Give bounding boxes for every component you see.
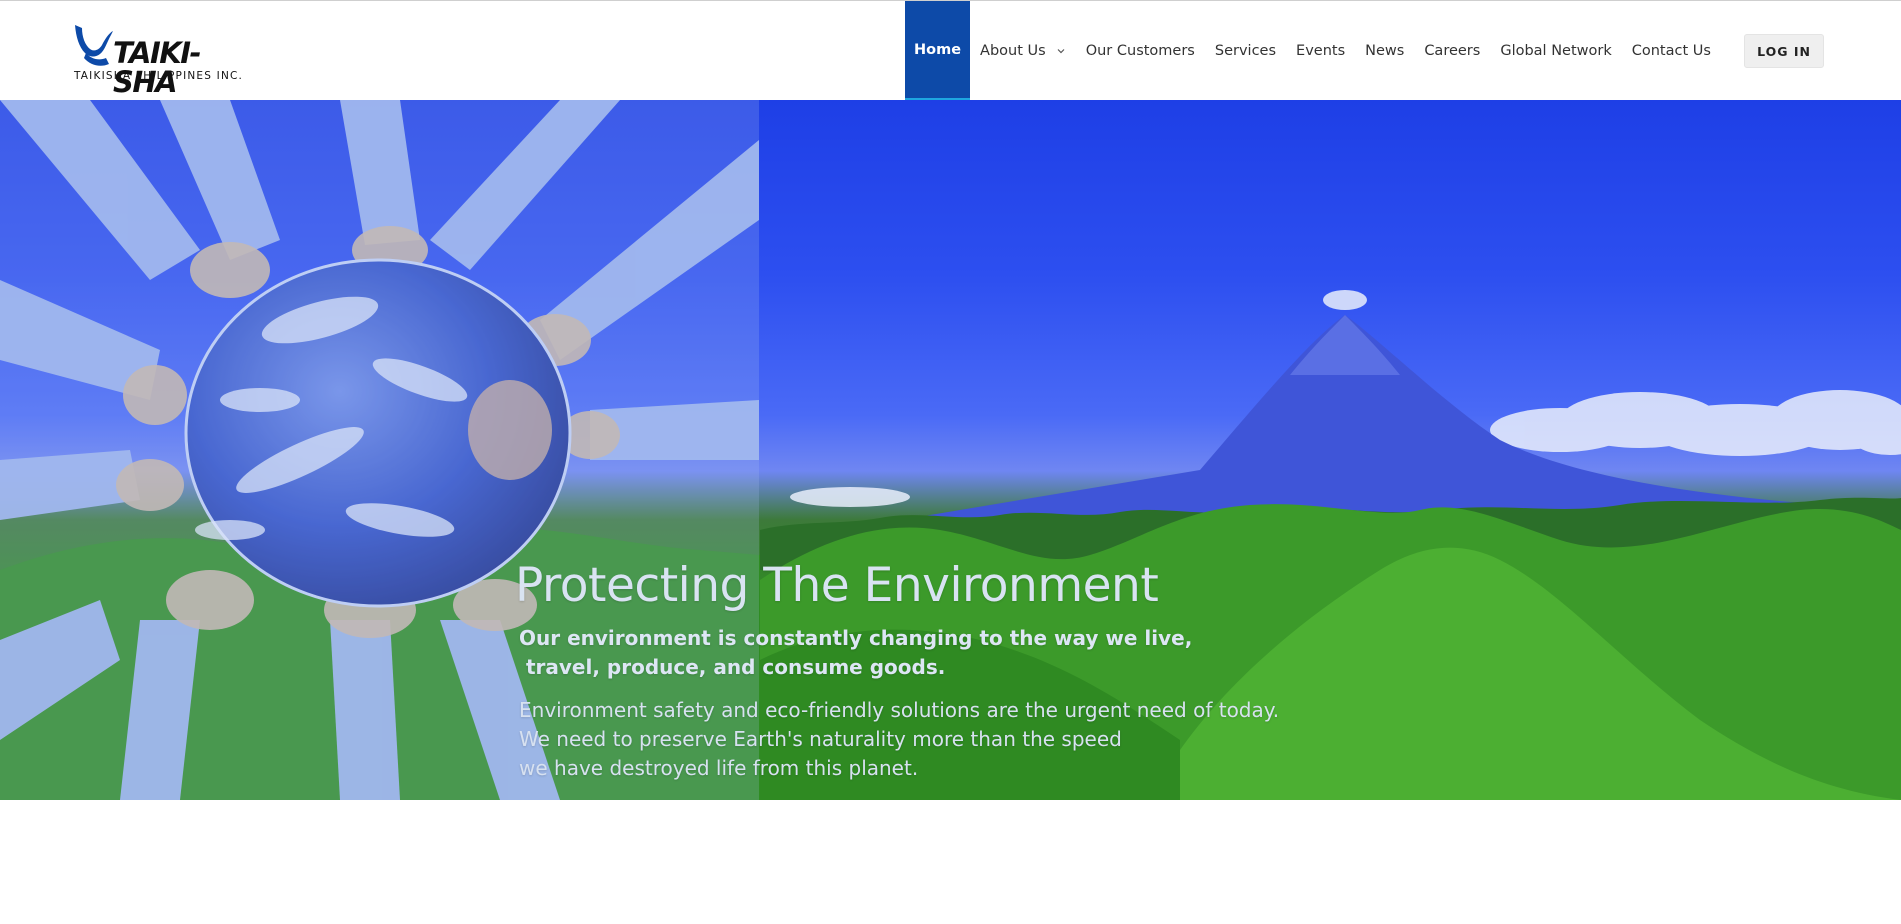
site-header: TAIKI-SHA TAIKISHA PHILIPPINES INC. Home… (0, 0, 1901, 101)
hero-body-line: we have destroyed life from this planet. (519, 756, 919, 780)
hero-banner: Protecting The Environment Our environme… (0, 100, 1901, 800)
brand-logo[interactable]: TAIKI-SHA TAIKISHA PHILIPPINES INC. (73, 23, 263, 97)
nav-services[interactable]: Services (1205, 1, 1286, 101)
hero-lead-line: Our environment is constantly changing t… (519, 626, 1193, 650)
nav-events[interactable]: Events (1286, 1, 1355, 101)
nav-about-us[interactable]: About Us (970, 1, 1076, 101)
nav-news[interactable]: News (1355, 1, 1414, 101)
nav-our-customers[interactable]: Our Customers (1076, 1, 1205, 101)
nav-contact-us[interactable]: Contact Us (1622, 1, 1721, 101)
nav-home[interactable]: Home (905, 1, 971, 101)
main-navigation: Home About Us Our Customers Services Eve… (905, 1, 1721, 101)
hero-background-image (0, 100, 1901, 800)
nav-careers[interactable]: Careers (1414, 1, 1490, 101)
brand-wordmark: TAIKI-SHA (113, 36, 202, 99)
hero-lead-text: Our environment is constantly changing t… (519, 624, 1219, 682)
taikisha-logo-mark-icon (75, 25, 113, 66)
nav-global-network[interactable]: Global Network (1490, 1, 1621, 101)
hero-body-text: Environment safety and eco-friendly solu… (519, 696, 1319, 783)
login-button[interactable]: LOG IN (1744, 34, 1824, 68)
nav-about-us-label: About Us (980, 43, 1046, 59)
hero-body-line: Environment safety and eco-friendly solu… (519, 698, 1280, 722)
hero-body-line: We need to preserve Earth's naturality m… (519, 727, 1122, 751)
chevron-down-icon (1057, 49, 1065, 54)
brand-subtitle: TAIKISHA PHILIPPINES INC. (74, 70, 244, 82)
hero-lead-line: travel, produce, and consume goods. (519, 655, 946, 679)
hero-title: Protecting The Environment (515, 558, 1159, 613)
